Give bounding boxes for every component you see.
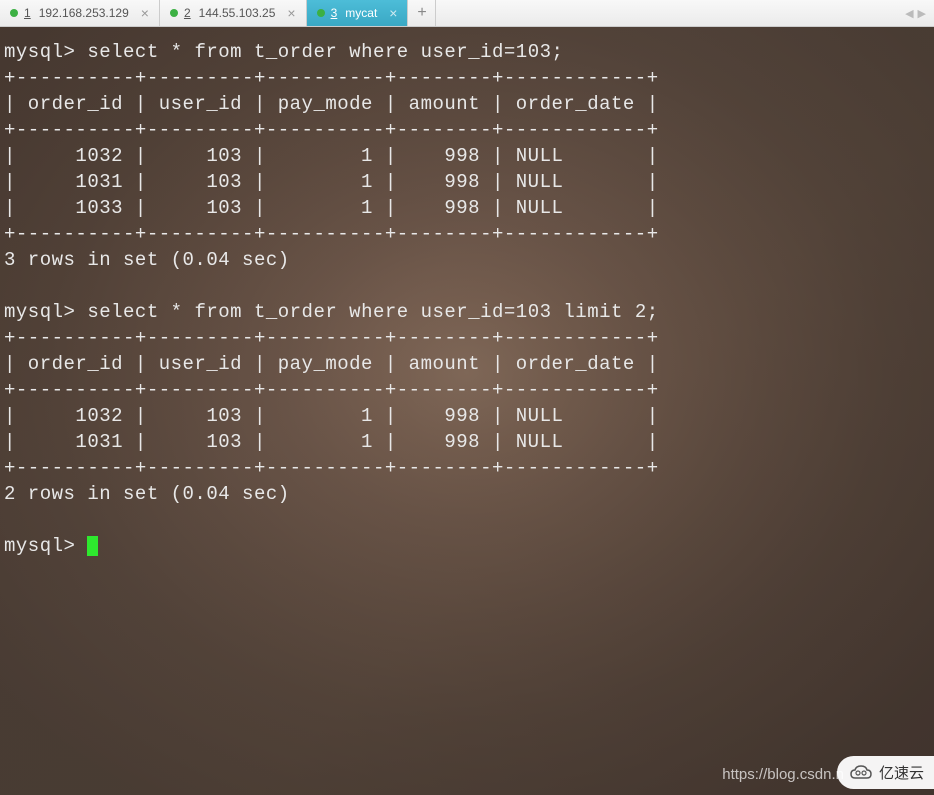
result-footer: 3 rows in set (0.04 sec)	[4, 249, 290, 271]
close-icon[interactable]: ×	[389, 6, 397, 20]
tab-label: mycat	[345, 6, 377, 20]
watermark-url: https://blog.csdn.n	[722, 766, 844, 783]
cursor-icon	[87, 536, 98, 556]
sql-query-2: select * from t_order where user_id=103 …	[87, 301, 658, 323]
watermark-brand: 亿速云	[879, 762, 924, 783]
tab-label: 192.168.253.129	[39, 6, 129, 20]
nav-left-icon[interactable]: ◀	[905, 7, 913, 20]
table-row: | 1031 | 103 | 1 | 998 | NULL |	[4, 171, 659, 193]
sql-query-1: select * from t_order where user_id=103;	[87, 41, 563, 63]
table-separator: +----------+---------+----------+-------…	[4, 327, 659, 349]
table-header: | order_id | user_id | pay_mode | amount…	[4, 93, 659, 115]
cloud-icon	[849, 764, 873, 782]
status-dot-icon	[317, 9, 325, 17]
table-separator: +----------+---------+----------+-------…	[4, 119, 659, 141]
table-row: | 1032 | 103 | 1 | 998 | NULL |	[4, 405, 659, 427]
tab-mycat[interactable]: 3 mycat ×	[307, 0, 409, 26]
watermark-logo: 亿速云	[837, 756, 934, 789]
status-dot-icon	[170, 9, 178, 17]
table-header: | order_id | user_id | pay_mode | amount…	[4, 353, 659, 375]
table-separator: +----------+---------+----------+-------…	[4, 379, 659, 401]
nav-right-icon[interactable]: ▶	[918, 7, 926, 20]
add-tab-button[interactable]: +	[408, 0, 436, 26]
tab-server-1[interactable]: 1 192.168.253.129 ×	[0, 0, 160, 26]
terminal-output: mysql> select * from t_order where user_…	[0, 27, 934, 571]
tab-label: 144.55.103.25	[199, 6, 276, 20]
nav-arrows: ◀ ▶	[897, 0, 934, 26]
table-row: | 1031 | 103 | 1 | 998 | NULL |	[4, 431, 659, 453]
table-row: | 1033 | 103 | 1 | 998 | NULL |	[4, 197, 659, 219]
result-footer: 2 rows in set (0.04 sec)	[4, 483, 290, 505]
table-separator: +----------+---------+----------+-------…	[4, 67, 659, 89]
table-row: | 1032 | 103 | 1 | 998 | NULL |	[4, 145, 659, 167]
tab-number: 3	[331, 6, 338, 20]
tab-number: 1	[24, 6, 31, 20]
terminal[interactable]: mysql> select * from t_order where user_…	[0, 27, 934, 795]
close-icon[interactable]: ×	[287, 6, 295, 20]
table-separator: +----------+---------+----------+-------…	[4, 223, 659, 245]
tab-number: 2	[184, 6, 191, 20]
status-dot-icon	[10, 9, 18, 17]
tab-server-2[interactable]: 2 144.55.103.25 ×	[160, 0, 307, 26]
table-separator: +----------+---------+----------+-------…	[4, 457, 659, 479]
tab-bar: 1 192.168.253.129 × 2 144.55.103.25 × 3 …	[0, 0, 934, 27]
close-icon[interactable]: ×	[141, 6, 149, 20]
